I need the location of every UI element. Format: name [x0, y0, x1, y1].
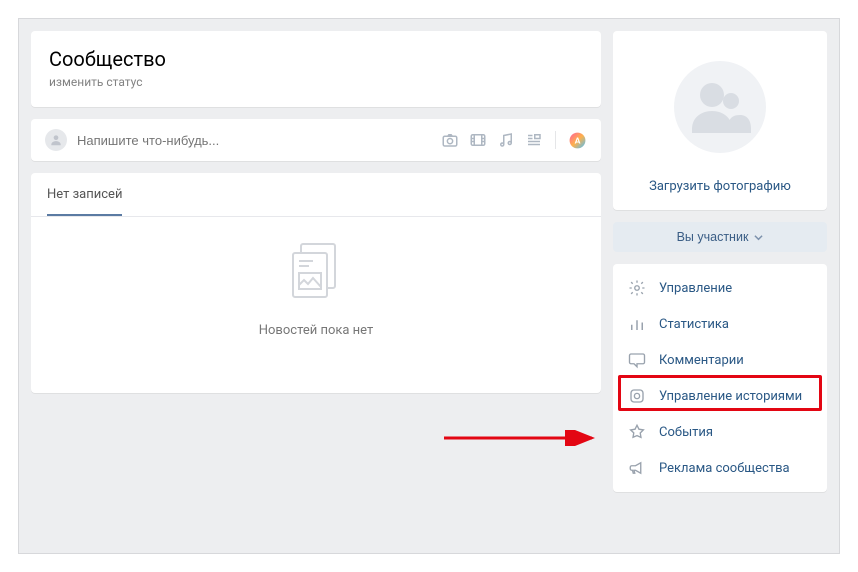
svg-text:A: A — [575, 136, 581, 146]
manage-menu: Управление Статистика Комментарии Управл… — [613, 264, 827, 492]
upload-photo-link[interactable]: Загрузить фотографию — [623, 179, 817, 194]
comment-icon — [627, 350, 647, 370]
user-avatar-icon — [45, 129, 67, 151]
menu-label: Реклама сообщества — [659, 461, 790, 476]
empty-feed-icon — [289, 286, 343, 305]
chevron-down-icon — [754, 233, 763, 242]
menu-label: Статистика — [659, 317, 729, 332]
community-title: Сообщество — [49, 47, 583, 71]
community-header: Сообщество изменить статус — [31, 31, 601, 107]
article-icon[interactable] — [525, 131, 543, 149]
camera-icon[interactable] — [441, 131, 459, 149]
megaphone-icon — [627, 458, 647, 478]
separator — [555, 131, 556, 149]
membership-button[interactable]: Вы участник — [613, 222, 827, 252]
post-composer[interactable]: A — [31, 119, 601, 161]
tab-no-posts[interactable]: Нет записей — [47, 173, 122, 216]
menu-item-stories[interactable]: Управление историями — [613, 378, 827, 414]
composer-input[interactable] — [77, 133, 441, 148]
music-icon[interactable] — [497, 131, 515, 149]
menu-label: Управление историями — [659, 389, 802, 404]
star-icon — [627, 422, 647, 442]
membership-button-label: Вы участник — [677, 230, 749, 244]
menu-item-events[interactable]: События — [613, 414, 827, 450]
menu-item-statistics[interactable]: Статистика — [613, 306, 827, 342]
video-icon[interactable] — [469, 131, 487, 149]
gear-icon — [627, 278, 647, 298]
empty-feed-text: Новостей пока нет — [31, 323, 601, 338]
stories-icon — [627, 386, 647, 406]
menu-label: События — [659, 425, 713, 440]
feed-card: Нет записей Новостей пока нет — [31, 173, 601, 393]
poster-icon[interactable]: A — [568, 131, 587, 150]
change-status-link[interactable]: изменить статус — [49, 75, 583, 89]
community-photo-card: Загрузить фотографию — [613, 31, 827, 210]
menu-label: Управление — [659, 281, 732, 296]
menu-item-comments[interactable]: Комментарии — [613, 342, 827, 378]
menu-item-manage[interactable]: Управление — [613, 270, 827, 306]
bars-icon — [627, 314, 647, 334]
group-avatar-placeholder-icon — [674, 61, 766, 153]
menu-item-advertising[interactable]: Реклама сообщества — [613, 450, 827, 486]
menu-label: Комментарии — [659, 353, 744, 368]
